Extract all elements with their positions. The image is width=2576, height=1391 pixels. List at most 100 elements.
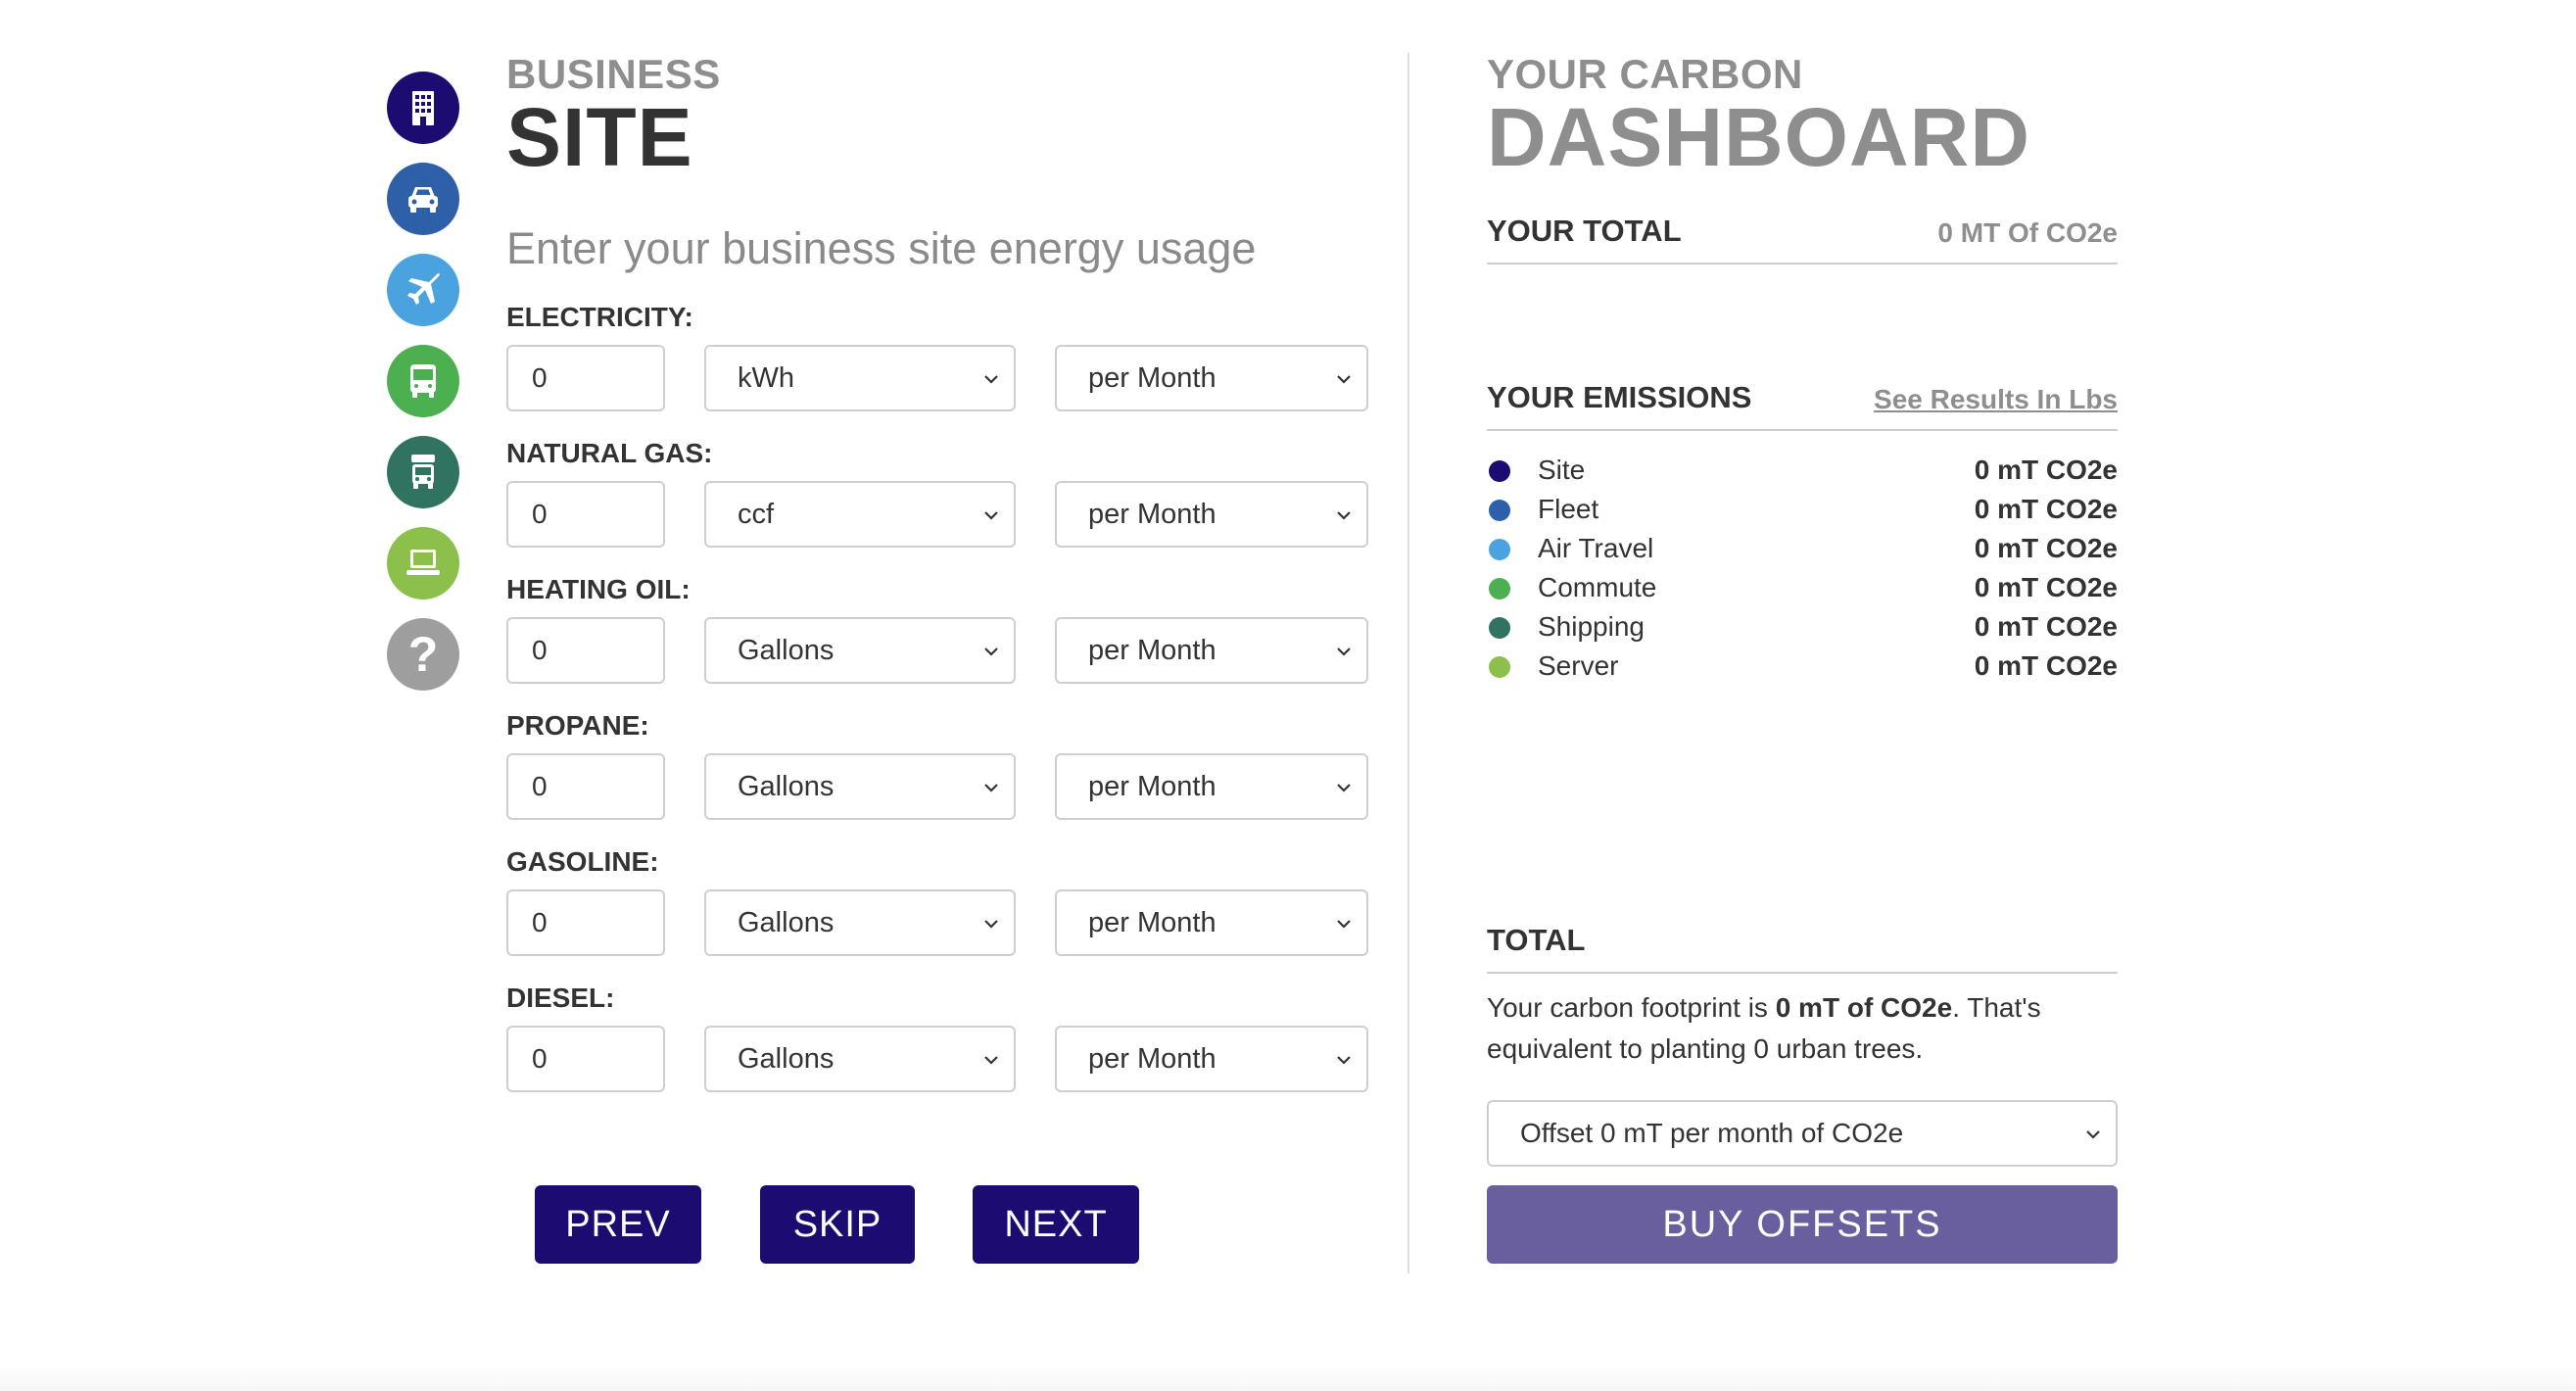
emission-name: Air Travel bbox=[1538, 533, 1654, 563]
chevron-down-icon bbox=[1337, 1056, 1351, 1065]
question-icon: ? bbox=[407, 627, 439, 682]
nav-server-button[interactable] bbox=[387, 527, 459, 600]
emission-name: Fleet bbox=[1538, 494, 1599, 524]
select-value: Offset 0 mT per month of CO2e bbox=[1520, 1118, 1904, 1148]
offset-select[interactable]: Offset 0 mT per month of CO2e bbox=[1487, 1100, 2118, 1167]
page-title: SITE bbox=[506, 91, 693, 183]
nav-air-travel-button[interactable] bbox=[387, 254, 459, 326]
field-label: PROPANE: bbox=[506, 710, 649, 741]
diesel-field-group: DIESEL: 0 Gallons per Month bbox=[506, 982, 1368, 1092]
footprint-prefix: Your carbon footprint is bbox=[1487, 992, 1776, 1023]
nav-shipping-button[interactable] bbox=[387, 436, 459, 508]
truck-icon bbox=[411, 455, 435, 489]
gasoline-period-select[interactable]: per Month bbox=[1055, 889, 1368, 956]
building-icon bbox=[412, 91, 434, 125]
buy-offsets-button[interactable]: BUY OFFSETS bbox=[1487, 1185, 2118, 1264]
propane-period-select[interactable]: per Month bbox=[1055, 753, 1368, 820]
chevron-down-icon bbox=[1337, 920, 1351, 929]
propane-unit-select[interactable]: Gallons bbox=[704, 753, 1016, 820]
list-item: Commute 0 mT CO2e bbox=[1487, 568, 2118, 607]
select-value: kWh bbox=[738, 362, 794, 394]
gasoline-unit-select[interactable]: Gallons bbox=[704, 889, 1016, 956]
field-label: NATURAL GAS: bbox=[506, 438, 713, 468]
natural-gas-field-group: NATURAL GAS: 0 ccf per Month bbox=[506, 437, 1368, 548]
propane-field-group: PROPANE: 0 Gallons per Month bbox=[506, 709, 1368, 820]
bus-icon bbox=[410, 364, 436, 398]
next-button[interactable]: NEXT bbox=[973, 1185, 1139, 1264]
column-divider bbox=[1407, 53, 1409, 1273]
total-heading: TOTAL bbox=[1487, 923, 1586, 957]
select-value: per Month bbox=[1088, 1043, 1216, 1075]
skip-button[interactable]: SKIP bbox=[760, 1185, 915, 1264]
field-label: ELECTRICITY: bbox=[506, 302, 693, 332]
nav-help-button[interactable]: ? bbox=[387, 618, 459, 691]
heating-oil-amount-input[interactable]: 0 bbox=[506, 617, 665, 684]
total-header-row: TOTAL bbox=[1487, 923, 2118, 974]
select-value: per Month bbox=[1088, 771, 1216, 802]
site-form-panel: BUSINESS SITE Enter your business site e… bbox=[506, 51, 1368, 1264]
select-value: Gallons bbox=[738, 635, 835, 666]
nav-fleet-button[interactable] bbox=[387, 163, 459, 235]
electricity-period-select[interactable]: per Month bbox=[1055, 345, 1368, 411]
emission-name: Commute bbox=[1538, 572, 1657, 602]
legend-dot bbox=[1489, 656, 1510, 678]
field-label: HEATING OIL: bbox=[506, 574, 691, 604]
instructions-text: Enter your business site energy usage bbox=[506, 223, 1257, 273]
diesel-amount-input[interactable]: 0 bbox=[506, 1026, 665, 1092]
heating-oil-field-group: HEATING OIL: 0 Gallons per Month bbox=[506, 573, 1368, 684]
legend-dot bbox=[1489, 460, 1510, 482]
propane-amount-input[interactable]: 0 bbox=[506, 753, 665, 820]
nav-commute-button[interactable] bbox=[387, 345, 459, 417]
electricity-field-group: ELECTRICITY: 0 kWh per Month bbox=[506, 301, 1368, 411]
select-value: per Month bbox=[1088, 499, 1216, 530]
chevron-down-icon bbox=[984, 920, 998, 929]
legend-dot bbox=[1489, 578, 1510, 600]
sidebar-nav: ? bbox=[387, 72, 461, 709]
emission-value: 0 mT CO2e bbox=[1974, 572, 2118, 602]
emission-value: 0 mT CO2e bbox=[1974, 533, 2118, 563]
footprint-amount: 0 mT of CO2e bbox=[1775, 992, 1953, 1023]
field-label: DIESEL: bbox=[506, 983, 615, 1013]
chevron-down-icon bbox=[2086, 1130, 2100, 1139]
legend-dot bbox=[1489, 539, 1510, 560]
natural-gas-amount-input[interactable]: 0 bbox=[506, 481, 665, 548]
chevron-down-icon bbox=[1337, 375, 1351, 384]
diesel-period-select[interactable]: per Month bbox=[1055, 1026, 1368, 1092]
chevron-down-icon bbox=[1337, 648, 1351, 656]
emissions-header-row: YOUR EMISSIONS See Results In Lbs bbox=[1487, 380, 2118, 431]
airplane-icon bbox=[407, 273, 440, 305]
electricity-unit-select[interactable]: kWh bbox=[704, 345, 1016, 411]
natural-gas-unit-select[interactable]: ccf bbox=[704, 481, 1016, 548]
legend-dot bbox=[1489, 500, 1510, 521]
emissions-list: Site 0 mT CO2e Fleet 0 mT CO2e Air Trave… bbox=[1487, 451, 2118, 686]
your-total-value: 0 MT Of CO2e bbox=[1937, 217, 2118, 248]
diesel-unit-select[interactable]: Gallons bbox=[704, 1026, 1016, 1092]
natural-gas-period-select[interactable]: per Month bbox=[1055, 481, 1368, 548]
select-value: Gallons bbox=[738, 771, 835, 802]
nav-site-button[interactable] bbox=[387, 72, 459, 144]
list-item: Shipping 0 mT CO2e bbox=[1487, 607, 2118, 647]
select-value: Gallons bbox=[738, 907, 835, 938]
chevron-down-icon bbox=[1337, 784, 1351, 792]
chevron-down-icon bbox=[984, 1056, 998, 1065]
list-item: Fleet 0 mT CO2e bbox=[1487, 490, 2118, 529]
gasoline-amount-input[interactable]: 0 bbox=[506, 889, 665, 956]
emission-name: Server bbox=[1538, 650, 1619, 681]
laptop-icon bbox=[406, 550, 440, 575]
select-value: per Month bbox=[1088, 362, 1216, 394]
emission-value: 0 mT CO2e bbox=[1974, 494, 2118, 524]
total-summary-row: YOUR TOTAL 0 MT Of CO2e bbox=[1487, 214, 2118, 264]
chevron-down-icon bbox=[984, 511, 998, 520]
heating-oil-unit-select[interactable]: Gallons bbox=[704, 617, 1016, 684]
heating-oil-period-select[interactable]: per Month bbox=[1055, 617, 1368, 684]
chevron-down-icon bbox=[984, 784, 998, 792]
emission-value: 0 mT CO2e bbox=[1974, 650, 2118, 681]
list-item: Server 0 mT CO2e bbox=[1487, 647, 2118, 686]
emission-name: Site bbox=[1538, 455, 1586, 485]
emission-value: 0 mT CO2e bbox=[1974, 455, 2118, 485]
list-item: Air Travel 0 mT CO2e bbox=[1487, 529, 2118, 568]
prev-button[interactable]: PREV bbox=[535, 1185, 701, 1264]
select-value: per Month bbox=[1088, 907, 1216, 938]
electricity-amount-input[interactable]: 0 bbox=[506, 345, 665, 411]
see-results-lbs-link[interactable]: See Results In Lbs bbox=[1874, 384, 2118, 415]
